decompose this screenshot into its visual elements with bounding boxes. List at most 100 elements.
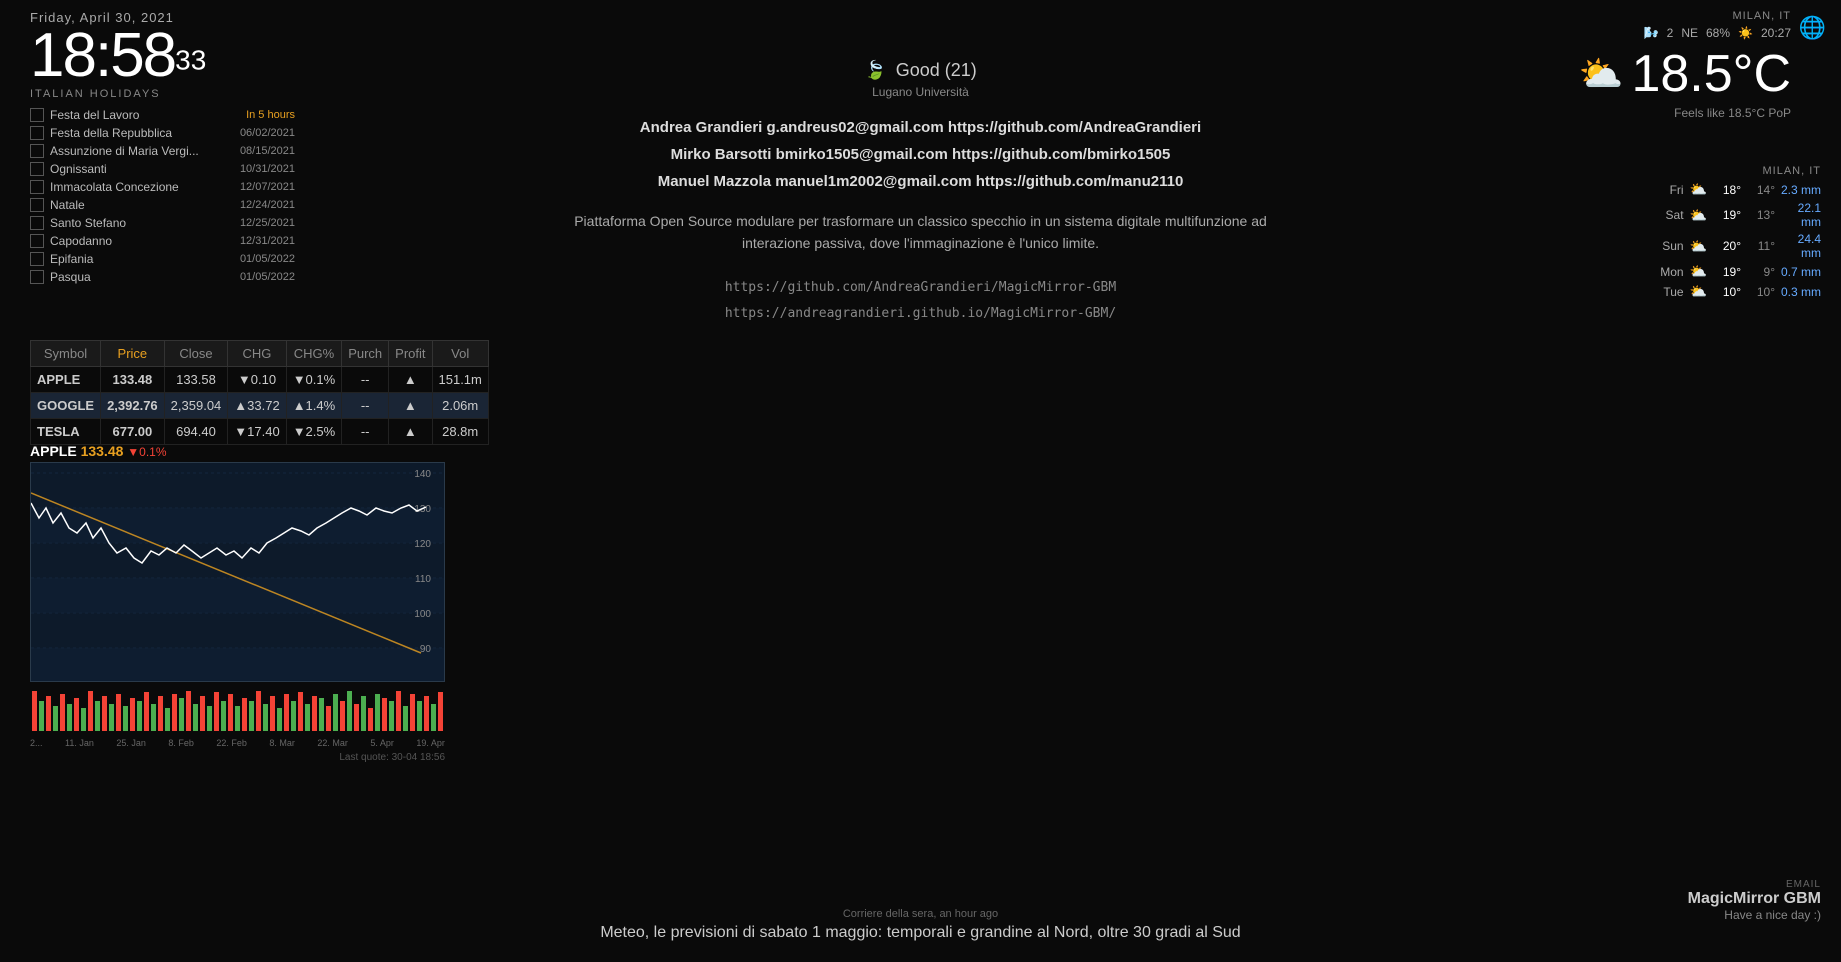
stock-purch: -- <box>342 419 389 445</box>
stock-close: 133.58 <box>164 367 228 393</box>
feels-like: Feels like 18.5°C PoP <box>1579 106 1791 120</box>
holidays-title: ITALIAN HOLIDAYS <box>30 88 295 100</box>
forecast-row: Fri ⛅ 18° 14° 2.3 mm <box>1561 181 1821 198</box>
forecast-day: Mon <box>1656 265 1684 279</box>
contributors-list: Andrea Grandieri g.andreus02@gmail.com h… <box>380 119 1461 190</box>
holiday-date: 12/25/2021 <box>240 217 295 229</box>
stock-chg-pct: ▼2.5% <box>286 419 342 445</box>
weather-location: MILAN, IT <box>1579 10 1791 22</box>
forecast-high: 10° <box>1713 285 1741 299</box>
news-source: Corriere della sera, an hour ago <box>521 908 1321 920</box>
clock-display: 18:5833 <box>30 25 206 87</box>
forecast-day: Fri <box>1656 183 1684 197</box>
holiday-icon <box>30 126 44 140</box>
stock-chg: ▲33.72 <box>228 393 286 419</box>
stock-close: 2,359.04 <box>164 393 228 419</box>
stock-vol: 2.06m <box>432 393 488 419</box>
news-panel: Corriere della sera, an hour ago Meteo, … <box>521 908 1321 942</box>
holiday-date: 10/31/2021 <box>240 163 295 175</box>
forecast-low: 9° <box>1747 265 1775 279</box>
holiday-icon <box>30 252 44 266</box>
stock-price: 2,392.76 <box>101 393 165 419</box>
forecast-rain: 22.1 mm <box>1781 201 1821 229</box>
stock-profit: ▲ <box>389 393 432 419</box>
stock-chg-pct: ▼0.1% <box>286 367 342 393</box>
holiday-name: Immacolata Concezione <box>50 180 234 194</box>
forecast-rain: 0.3 mm <box>1781 285 1821 299</box>
clock-panel: Friday, April 30, 2021 18:5833 <box>30 10 206 87</box>
chart-x-label: 19. Apr <box>416 738 445 748</box>
ticker-change: ▼0.1% <box>127 445 166 459</box>
stock-row: TESLA677.00694.40▼17.40▼2.5%--▲28.8m <box>31 419 489 445</box>
forecast-icon: ⛅ <box>1690 263 1707 280</box>
holiday-name: Festa della Repubblica <box>50 126 234 140</box>
holiday-name: Natale <box>50 198 234 212</box>
air-quality-location: Lugano Università <box>380 85 1461 99</box>
holiday-item: Pasqua 01/05/2022 <box>30 270 295 284</box>
forecast-row: Tue ⛅ 10° 10° 0.3 mm <box>1561 283 1821 300</box>
chart-x-label: 11. Jan <box>65 738 94 748</box>
svg-text:90: 90 <box>420 644 432 655</box>
sun-icon: ☀️ <box>1738 26 1753 40</box>
forecast-high: 18° <box>1713 183 1741 197</box>
email-title: MagicMirror GBM <box>1688 890 1821 908</box>
air-quality-status: 🍃 Good (21) <box>380 60 1461 81</box>
stock-profit: ▲ <box>389 367 432 393</box>
stock-chg-pct: ▲1.4% <box>286 393 342 419</box>
holiday-icon <box>30 180 44 194</box>
globe-icon: 🌐 <box>1799 15 1826 41</box>
stock-row: GOOGLE2,392.762,359.04▲33.72▲1.4%--▲2.06… <box>31 393 489 419</box>
holiday-item: Epifania 01/05/2022 <box>30 252 295 266</box>
holiday-name: Epifania <box>50 252 234 266</box>
forecast-low: 13° <box>1747 208 1775 222</box>
holiday-date: In 5 hours <box>246 109 295 121</box>
holiday-name: Assunzione di Maria Vergi... <box>50 144 234 158</box>
forecast-rain: 0.7 mm <box>1781 265 1821 279</box>
news-headline: Meteo, le previsioni di sabato 1 maggio:… <box>521 924 1321 942</box>
forecast-high: 20° <box>1713 239 1741 253</box>
forecast-icon: ⛅ <box>1690 181 1707 198</box>
forecast-rain: 24.4 mm <box>1781 232 1821 260</box>
stock-symbol: APPLE <box>31 367 101 393</box>
holiday-icon <box>30 198 44 212</box>
holiday-item: Natale 12/24/2021 <box>30 198 295 212</box>
stock-symbol: GOOGLE <box>31 393 101 419</box>
stock-price: 133.48 <box>101 367 165 393</box>
chart-x-axis: 2...11. Jan25. Jan8. Feb22. Feb8. Mar22.… <box>30 738 445 748</box>
weather-time: 20:27 <box>1761 26 1791 40</box>
email-panel: EMAIL MagicMirror GBM Have a nice day :) <box>1688 879 1821 922</box>
holiday-date: 01/05/2022 <box>240 271 295 283</box>
forecast-day: Sat <box>1656 208 1684 222</box>
holiday-icon <box>30 234 44 248</box>
stock-header-chg: CHG <box>228 341 286 367</box>
forecast-icon: ⛅ <box>1690 238 1707 255</box>
stock-vol: 151.1m <box>432 367 488 393</box>
stock-header-purch: Purch <box>342 341 389 367</box>
forecast-row: Sun ⛅ 20° 11° 24.4 mm <box>1561 232 1821 260</box>
forecast-icon: ⛅ <box>1690 207 1707 224</box>
stock-profit: ▲ <box>389 419 432 445</box>
contributor: Mirko Barsotti bmirko1505@gmail.com http… <box>380 146 1461 163</box>
holiday-name: Santo Stefano <box>50 216 234 230</box>
holiday-name: Festa del Lavoro <box>50 108 240 122</box>
holiday-icon <box>30 108 44 122</box>
forecast-high: 19° <box>1713 208 1741 222</box>
email-label: EMAIL <box>1688 879 1821 890</box>
holiday-icon <box>30 144 44 158</box>
holiday-item: Ognissanti 10/31/2021 <box>30 162 295 176</box>
holiday-item: Capodanno 12/31/2021 <box>30 234 295 248</box>
forecast-icon: ⛅ <box>1690 283 1707 300</box>
clock-hours: 18:58 <box>30 21 175 90</box>
chart-x-label: 2... <box>30 738 43 748</box>
weather-current: MILAN, IT 🌬️ 2 NE 68% ☀️ 20:27 ⛅ 18.5°C … <box>1579 10 1791 120</box>
forecast-day: Sun <box>1656 239 1684 253</box>
leaf-icon: 🍃 <box>864 60 886 80</box>
holiday-date: 12/31/2021 <box>240 235 295 247</box>
holiday-item: Festa del Lavoro In 5 hours <box>30 108 295 122</box>
chart-x-label: 5. Apr <box>370 738 394 748</box>
svg-text:130: 130 <box>414 504 431 515</box>
project-links: https://github.com/AndreaGrandieri/Magic… <box>380 275 1461 327</box>
chart-x-label: 22. Feb <box>216 738 247 748</box>
chart-x-label: 22. Mar <box>317 738 348 748</box>
clock-seconds: 33 <box>175 45 206 76</box>
